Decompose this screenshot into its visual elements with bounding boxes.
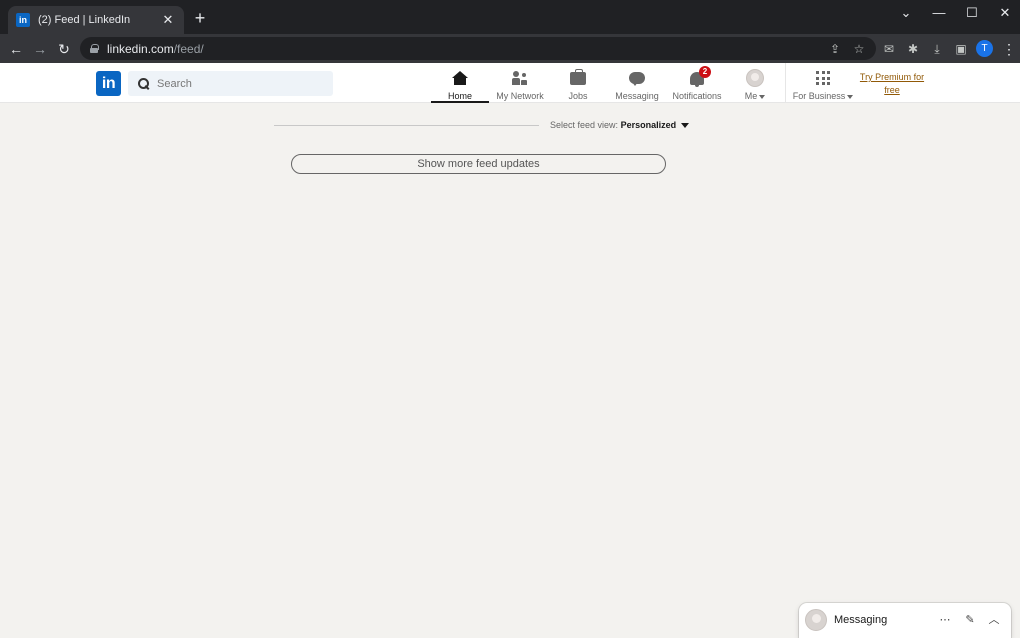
show-more-feed-updates-button[interactable]: Show more feed updates xyxy=(291,154,666,174)
nav-me[interactable]: Me xyxy=(736,63,774,103)
feed-sort-caret-icon xyxy=(681,123,690,129)
nav-notifications[interactable]: 2 Notifications xyxy=(668,63,726,103)
mail-extension-icon[interactable]: ✉ xyxy=(879,39,899,59)
tab-search-chevron-icon[interactable]: ⌄ xyxy=(891,4,921,22)
nav-my-network-label: My Network xyxy=(496,91,544,101)
messaging-bubble-icon xyxy=(629,72,645,86)
search-icon xyxy=(138,77,150,90)
business-caret-icon xyxy=(847,94,854,99)
feed-sort-value: Personalized xyxy=(620,120,677,130)
feed-sort-divider xyxy=(274,125,539,126)
download-icon[interactable]: ⤓ xyxy=(927,39,947,59)
extensions-puzzle-icon[interactable]: ✱ xyxy=(903,39,923,59)
feed-sort-dropdown[interactable]: Select feed view: Personalized xyxy=(550,120,690,130)
nav-me-label: Me xyxy=(744,91,758,101)
nav-messaging[interactable]: Messaging xyxy=(612,63,662,103)
search-box[interactable] xyxy=(128,71,333,96)
browser-profile-avatar[interactable]: T xyxy=(976,40,993,57)
messaging-overlay[interactable]: Messaging ⋯ ✎ ︿ xyxy=(799,603,1011,638)
tab-close-icon[interactable]: ✕ xyxy=(160,12,176,28)
browser-tab[interactable]: in (2) Feed | LinkedIn ✕ xyxy=(8,6,184,34)
window-close-button[interactable]: ✕ xyxy=(990,4,1020,22)
messaging-title: Messaging xyxy=(834,614,888,626)
jobs-briefcase-icon xyxy=(570,68,586,85)
me-avatar xyxy=(746,69,764,87)
nav-jobs-label: Jobs xyxy=(568,91,588,101)
linkedin-global-nav: in Home My Network Jobs Messaging 2 Noti… xyxy=(0,63,1020,103)
tab-title: (2) Feed | LinkedIn xyxy=(38,14,131,26)
reload-button[interactable]: ↻ xyxy=(54,39,74,59)
premium-line-1: Try Premium for xyxy=(859,72,925,82)
nav-divider xyxy=(785,63,786,103)
messaging-more-icon[interactable]: ⋯ xyxy=(937,612,953,628)
try-premium-link[interactable]: Try Premium for free xyxy=(856,71,928,97)
home-icon xyxy=(452,71,468,85)
nav-messaging-label: Messaging xyxy=(615,91,659,101)
linkedin-favicon-icon: in xyxy=(16,13,30,27)
search-input[interactable] xyxy=(157,77,327,90)
messaging-avatar xyxy=(805,609,827,631)
messaging-collapse-icon[interactable]: ︿ xyxy=(986,612,1002,628)
nav-for-business-label: For Business xyxy=(792,91,846,101)
notifications-badge: 2 xyxy=(699,66,711,78)
browser-toolbar: ← → ↻ linkedin.com/feed/ ⇪ ☆ ✉ ✱ ⤓ ▣ T ⋮ xyxy=(0,34,1020,63)
apps-grid-icon xyxy=(816,71,830,85)
nav-for-business[interactable]: For Business xyxy=(790,63,856,103)
compose-message-icon[interactable]: ✎ xyxy=(962,612,978,628)
lock-icon[interactable] xyxy=(90,44,99,53)
url-host: linkedin.com xyxy=(107,41,174,56)
maximize-button[interactable]: ☐ xyxy=(957,4,987,22)
new-tab-button[interactable]: + xyxy=(190,8,210,28)
minimize-button[interactable]: — xyxy=(924,4,954,22)
bookmark-star-icon[interactable]: ☆ xyxy=(850,40,868,58)
nav-home[interactable]: Home xyxy=(431,63,489,103)
nav-my-network[interactable]: My Network xyxy=(492,63,548,103)
side-panel-icon[interactable]: ▣ xyxy=(951,39,971,59)
forward-button[interactable]: → xyxy=(30,39,50,59)
share-icon[interactable]: ⇪ xyxy=(826,40,844,58)
feed-sort-label: Select feed view: xyxy=(550,120,619,130)
nav-jobs[interactable]: Jobs xyxy=(556,63,600,103)
browser-tab-bar: in (2) Feed | LinkedIn ✕ + ⌄ — ☐ ✕ xyxy=(0,0,1020,34)
premium-line-2: free xyxy=(884,85,900,95)
nav-home-label: Home xyxy=(447,91,472,101)
nav-notifications-label: Notifications xyxy=(672,91,722,101)
browser-menu-icon[interactable]: ⋮ xyxy=(1002,39,1016,59)
address-bar[interactable]: linkedin.com/feed/ ⇪ ☆ xyxy=(80,37,876,60)
me-caret-icon xyxy=(759,94,766,99)
back-button[interactable]: ← xyxy=(6,39,26,59)
feed-sort-bar: Select feed view: Personalized xyxy=(274,119,690,133)
my-network-icon xyxy=(512,71,528,85)
url-path: /feed/ xyxy=(173,41,204,56)
linkedin-logo-icon[interactable]: in xyxy=(96,71,121,96)
